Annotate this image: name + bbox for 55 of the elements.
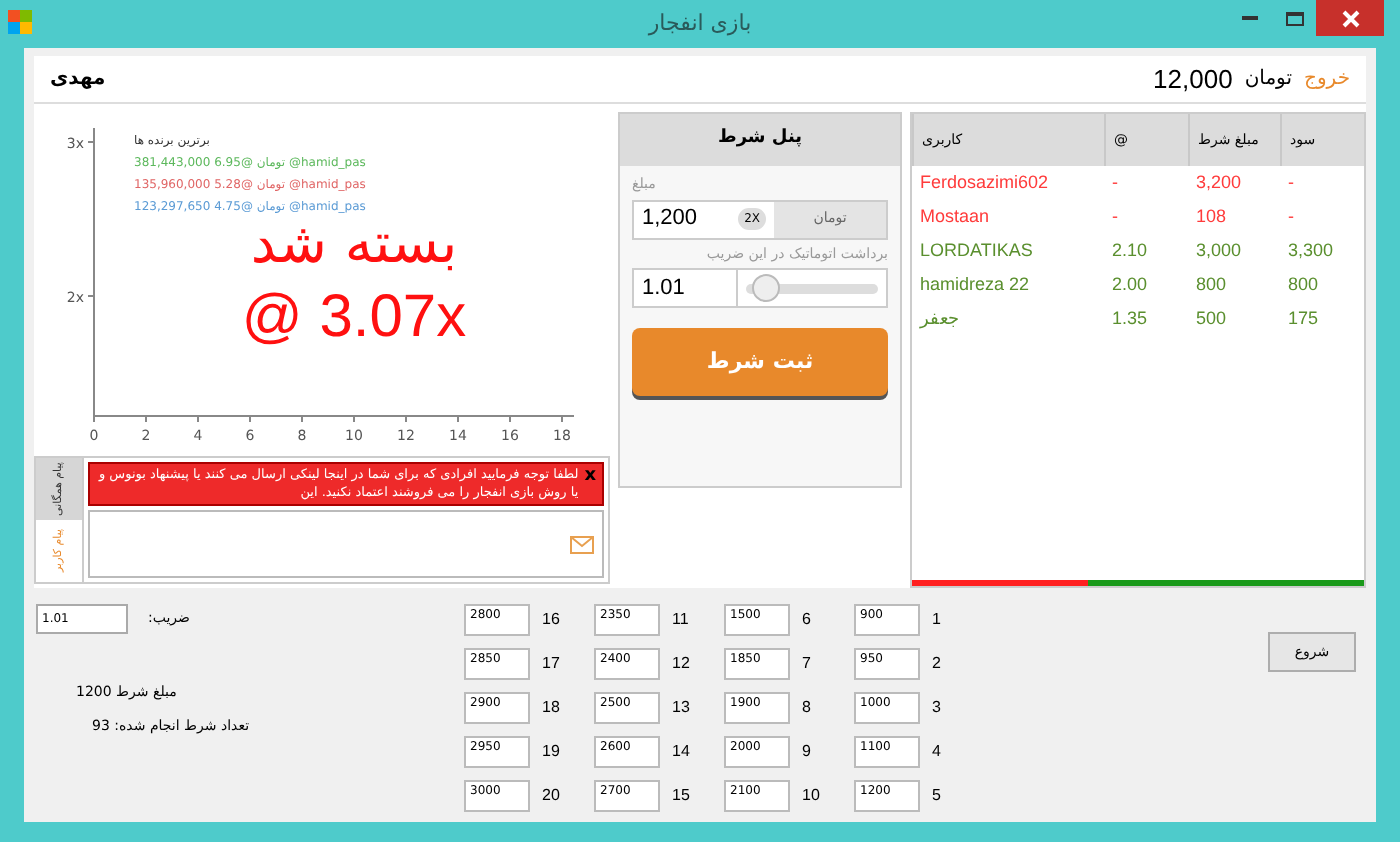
table-cell-text: جعفر xyxy=(917,305,962,333)
table-cell-text: 800 xyxy=(1286,271,1321,298)
table-cell-text: - xyxy=(1110,203,1120,230)
message-input[interactable] xyxy=(88,510,604,578)
table-cell-text: 2.00 xyxy=(1110,271,1150,298)
crash-multiplier: @ 3.07x xyxy=(241,282,467,354)
username: مهدی xyxy=(50,66,106,94)
currency-label: تومان xyxy=(1244,66,1293,94)
table-cell-text: 175 xyxy=(1286,305,1321,332)
slider-thumb[interactable] xyxy=(751,273,780,301)
round-status: بسته شد xyxy=(250,210,458,280)
field-number: 9 xyxy=(802,740,813,764)
panel-title: پنل شرط xyxy=(717,126,803,153)
field-number: 6 xyxy=(802,608,813,632)
field-number: 2 xyxy=(932,652,943,676)
field-number: 13 xyxy=(672,696,692,720)
table-cell-text: 108 xyxy=(1194,203,1229,230)
table-cell-text: 3,300 xyxy=(1286,237,1336,264)
field-number: 19 xyxy=(542,740,562,764)
table-cell-text: 2.10 xyxy=(1110,237,1150,264)
table-cell-text: - xyxy=(1110,169,1120,196)
field-number: 14 xyxy=(672,740,692,764)
field-number: 4 xyxy=(932,740,943,764)
table-cell-text: LORDATIKAS xyxy=(918,237,1035,264)
table-cell-text: 800 xyxy=(1194,271,1229,298)
field-number: 3 xyxy=(932,696,943,720)
table-cell-text: Mostaan xyxy=(918,203,992,230)
field-number: 7 xyxy=(802,652,813,676)
field-number: 12 xyxy=(672,652,692,676)
field-number: 5 xyxy=(932,784,943,808)
table-cell-text: 3,200 xyxy=(1194,169,1244,196)
balance: 12,000 xyxy=(1153,61,1233,98)
field-number: 1 xyxy=(932,608,943,632)
table-cell-text: 3,000 xyxy=(1194,237,1244,264)
table-cell-text: - xyxy=(1286,169,1296,196)
table-cell-text: Ferdosazimi602 xyxy=(918,169,1051,196)
table-cell-text: 500 xyxy=(1194,305,1229,332)
field-number: 18 xyxy=(542,696,562,720)
table-cell-text: hamidreza 22 xyxy=(918,271,1032,298)
field-number: 20 xyxy=(542,784,562,808)
field-number: 16 xyxy=(542,608,562,632)
app-icon xyxy=(8,10,32,34)
field-number: 15 xyxy=(672,784,692,808)
minimize-icon xyxy=(1242,16,1258,20)
window-title: بازی انفجار xyxy=(648,7,752,40)
table-cell-text: - xyxy=(1286,203,1296,230)
field-number: 8 xyxy=(802,696,813,720)
table-cell-text: 1.35 xyxy=(1110,305,1150,332)
close-button[interactable]: x xyxy=(584,466,596,486)
maximize-icon xyxy=(1285,11,1303,25)
close-icon xyxy=(1341,9,1359,27)
close-button[interactable] xyxy=(1316,0,1384,36)
field-number: 10 xyxy=(802,784,822,808)
field-number: 11 xyxy=(672,608,691,632)
field-number: 17 xyxy=(542,652,562,676)
